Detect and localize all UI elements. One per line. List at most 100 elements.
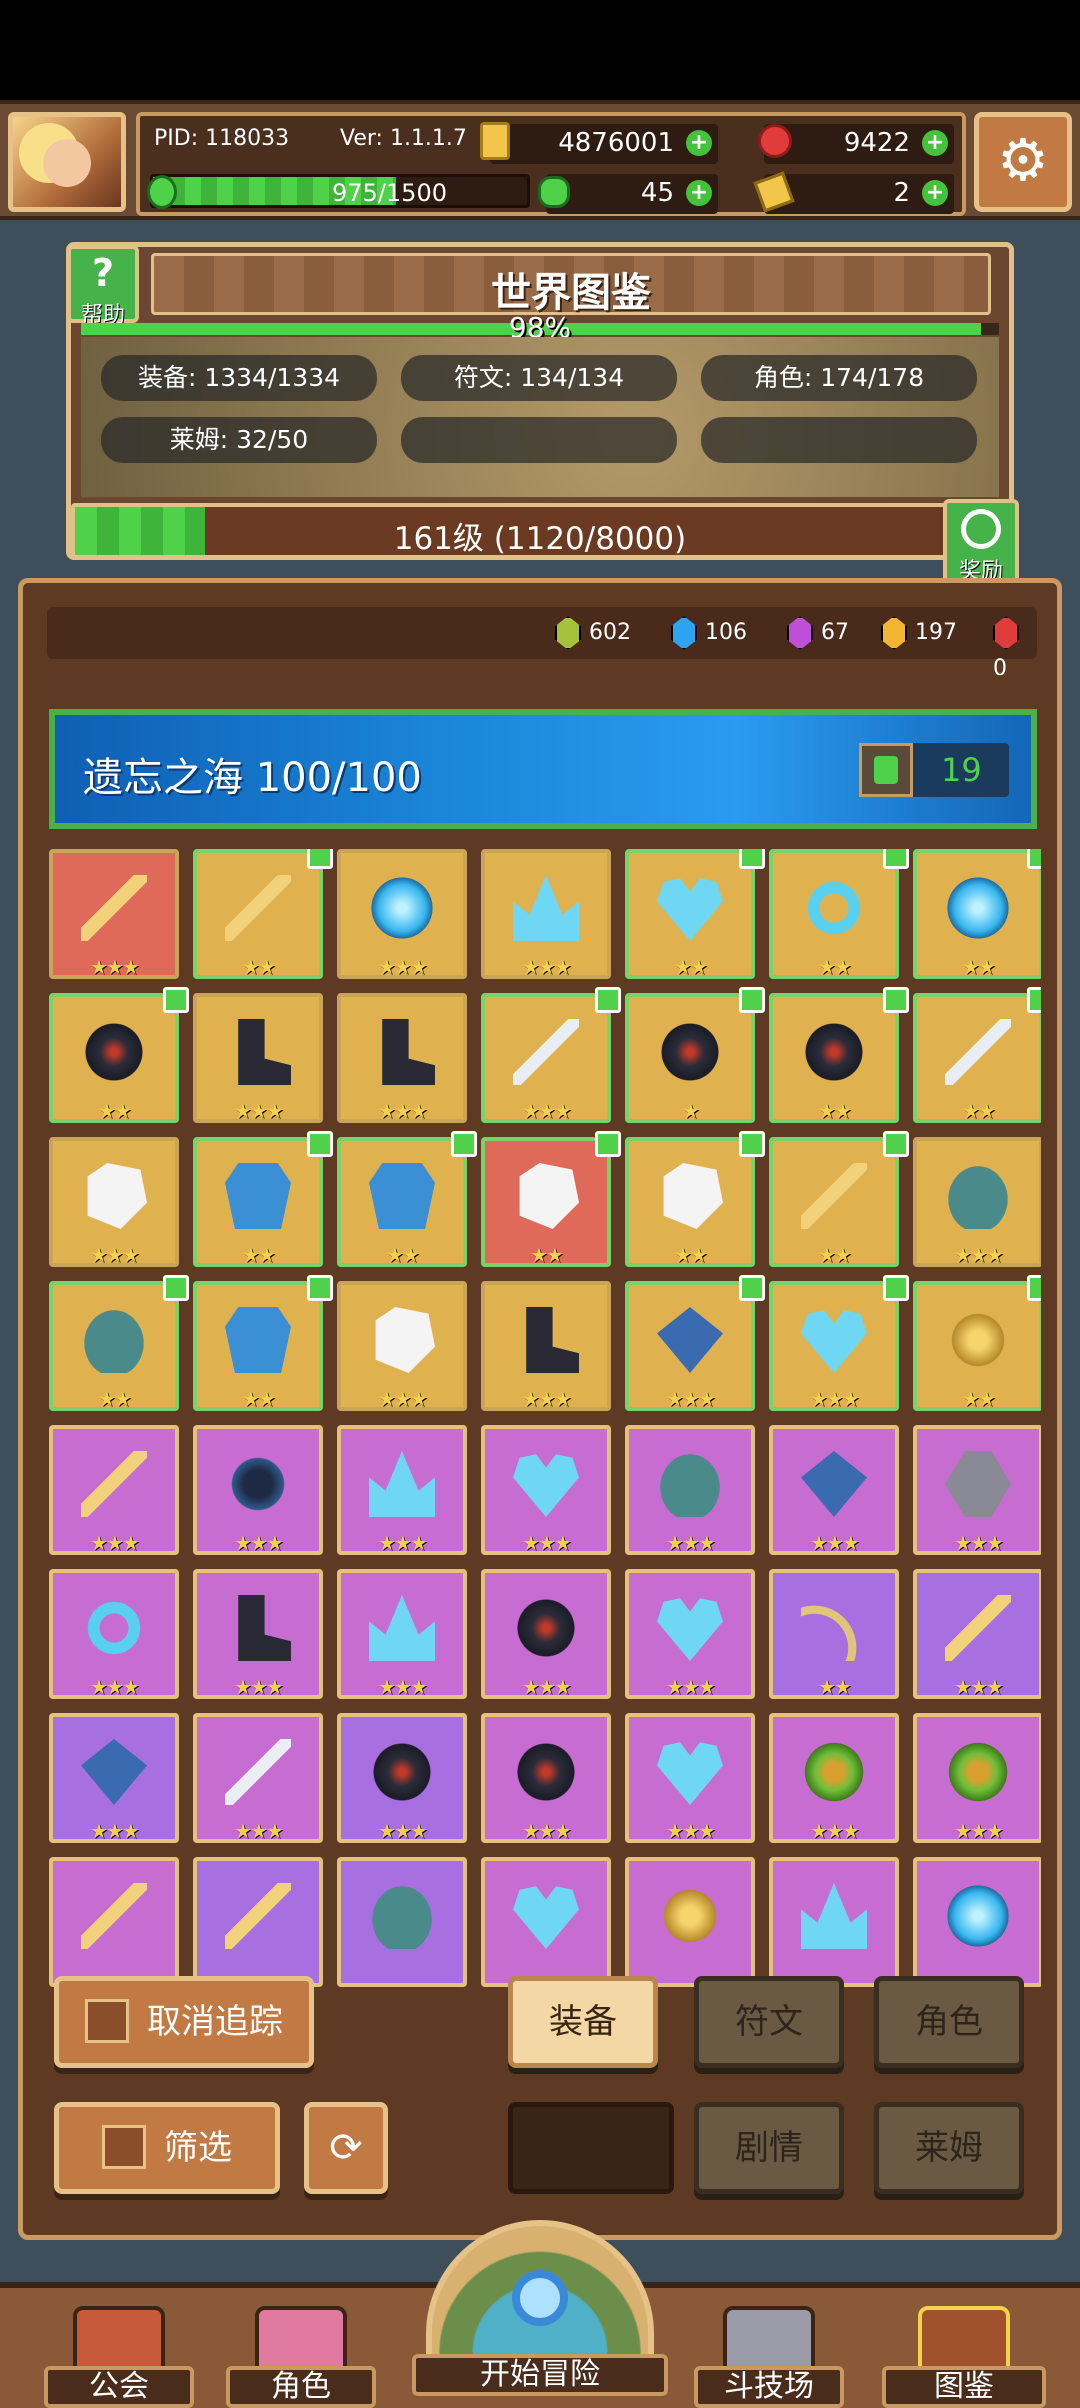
item-cell[interactable]: ★★ [913,1275,1041,1411]
item-cell[interactable]: ★★★ [769,1425,899,1555]
stat-empty-2 [701,417,977,463]
item-cell[interactable]: ★★★ [913,1569,1041,1699]
item-cell[interactable]: ★★ [769,1131,909,1267]
nav-adventure[interactable]: 开始冒险 [412,2220,668,2408]
item-cell[interactable]: ★★★ [913,1425,1041,1555]
region-like-counter[interactable]: 19 [859,743,1009,797]
item-cell[interactable]: ★ [625,987,765,1123]
tab-slime[interactable]: 莱姆 [874,2102,1024,2194]
item-cell[interactable]: ★★★ [481,1569,611,1699]
item-boot-icon [238,1019,291,1085]
item-sword-icon [513,1019,579,1085]
item-cell[interactable]: ★★ [193,849,333,979]
item-cell[interactable]: ★★ [913,849,1041,979]
item-cell[interactable]: ★★★ [625,1713,755,1843]
filter-button[interactable]: 筛选 [54,2102,280,2194]
tracked-flag-icon [883,987,909,1013]
settings-button[interactable]: ⚙ [974,112,1072,212]
nav-guild[interactable]: 公会 [44,2306,194,2408]
item-glove-icon [375,1307,435,1373]
item-stars: ★★ [962,1099,996,1123]
tab-characters[interactable]: 角色 [874,1976,1024,2068]
item-cell[interactable]: ★★★ [913,1137,1041,1267]
item-cell[interactable]: ★★★ [193,993,323,1123]
item-cell[interactable]: ★★★ [769,1713,899,1843]
magnifier-icon [512,2270,568,2326]
refresh-button[interactable]: ⟳ [304,2102,388,2194]
item-stars: ★★★ [234,1099,284,1123]
nav-codex[interactable]: 图鉴 [882,2306,1046,2408]
add-ticket-button[interactable]: + [922,180,948,206]
nav-character[interactable]: 角色 [226,2306,376,2408]
add-gold-button[interactable]: + [686,130,712,156]
item-mono-icon [225,1451,291,1517]
tracked-flag-icon [883,1275,909,1301]
item-cell[interactable]: ★★ [193,1275,333,1411]
item-armor-icon [225,1163,291,1229]
item-cell[interactable]: ★★★ [769,1275,909,1411]
item-heart-icon [657,1598,723,1661]
tracked-flag-icon [451,1131,477,1157]
item-cell[interactable]: ★★★ [49,1425,179,1555]
item-sword-icon [945,1019,1011,1085]
add-red-gem-button[interactable]: + [922,130,948,156]
status-bar [0,0,1080,100]
item-cell[interactable]: ★★★ [337,849,467,979]
untrack-button[interactable]: 取消追踪 [54,1976,314,2068]
item-armor-icon [225,1307,291,1373]
item-helm-icon [948,1166,1008,1229]
item-dark-icon [657,1019,723,1085]
item-cell[interactable]: ★★★ [481,987,621,1123]
item-stars: ★★★ [90,1531,140,1555]
item-cell[interactable]: ★★★ [625,1569,755,1699]
item-cell[interactable]: ★★★ [481,1425,611,1555]
tab-runes[interactable]: 符文 [694,1976,844,2068]
item-cell[interactable]: ★★ [769,1569,899,1699]
tab-equipment[interactable]: 装备 [508,1976,658,2068]
item-cell[interactable]: ★★ [913,987,1041,1123]
nav-arena[interactable]: 斗技场 [694,2306,844,2408]
item-cell[interactable]: ★★★ [913,1713,1041,1843]
tracked-flag-icon [1027,987,1041,1013]
item-cell[interactable]: ★★★ [481,849,611,979]
item-cell[interactable]: ★★★ [625,1275,765,1411]
item-cell[interactable]: ★★★ [49,849,179,979]
add-clover-button[interactable]: + [686,180,712,206]
item-crown-icon [369,1451,435,1517]
item-cell[interactable]: ★★★ [481,1713,611,1843]
item-cell[interactable]: ★★★ [481,1281,611,1411]
item-cell[interactable]: ★★ [193,1131,333,1267]
item-cell[interactable]: ★★★ [337,1713,467,1843]
item-stars: ★★ [242,1243,276,1267]
item-cell[interactable]: ★★★ [337,1281,467,1411]
item-dark-icon [513,1595,579,1661]
thumbs-up-icon [85,1998,129,2043]
item-cell[interactable]: ★★★ [337,1425,467,1555]
item-cell[interactable]: ★★★ [193,1569,323,1699]
tab-story[interactable]: 剧情 [694,2102,844,2194]
item-cell[interactable]: ★★ [769,987,909,1123]
nav-guild-label: 公会 [44,2366,194,2408]
item-stars: ★★★ [810,1531,860,1555]
item-cell[interactable]: ★★★ [49,1137,179,1267]
item-cell[interactable]: ★★ [49,1275,189,1411]
item-cell[interactable]: ★★★ [49,1713,179,1843]
item-boot-icon [526,1307,579,1373]
item-cell[interactable]: ★★ [625,849,765,979]
item-cell[interactable]: ★★ [625,1131,765,1267]
player-avatar[interactable] [8,112,126,212]
item-cell[interactable]: ★★★ [337,1569,467,1699]
region-banner[interactable]: 遗忘之海 100/100 19 [49,709,1037,829]
item-cell[interactable]: ★★★ [337,993,467,1123]
item-cell[interactable]: ★★ [481,1131,621,1267]
item-cell[interactable]: ★★★ [49,1569,179,1699]
reward-button[interactable]: 奖励 [943,499,1019,584]
item-cell[interactable]: ★★ [337,1131,477,1267]
item-glove-icon [663,1163,723,1229]
world-codex-card: 世界图鉴 ? 帮助 98% 装备: 1334/1334 符文: 134/134 … [66,242,1019,584]
item-cell[interactable]: ★★★ [193,1425,323,1555]
item-cell[interactable]: ★★★ [625,1425,755,1555]
item-cell[interactable]: ★★ [769,849,909,979]
item-cell[interactable]: ★★★ [193,1713,323,1843]
item-cell[interactable]: ★★ [49,987,189,1123]
